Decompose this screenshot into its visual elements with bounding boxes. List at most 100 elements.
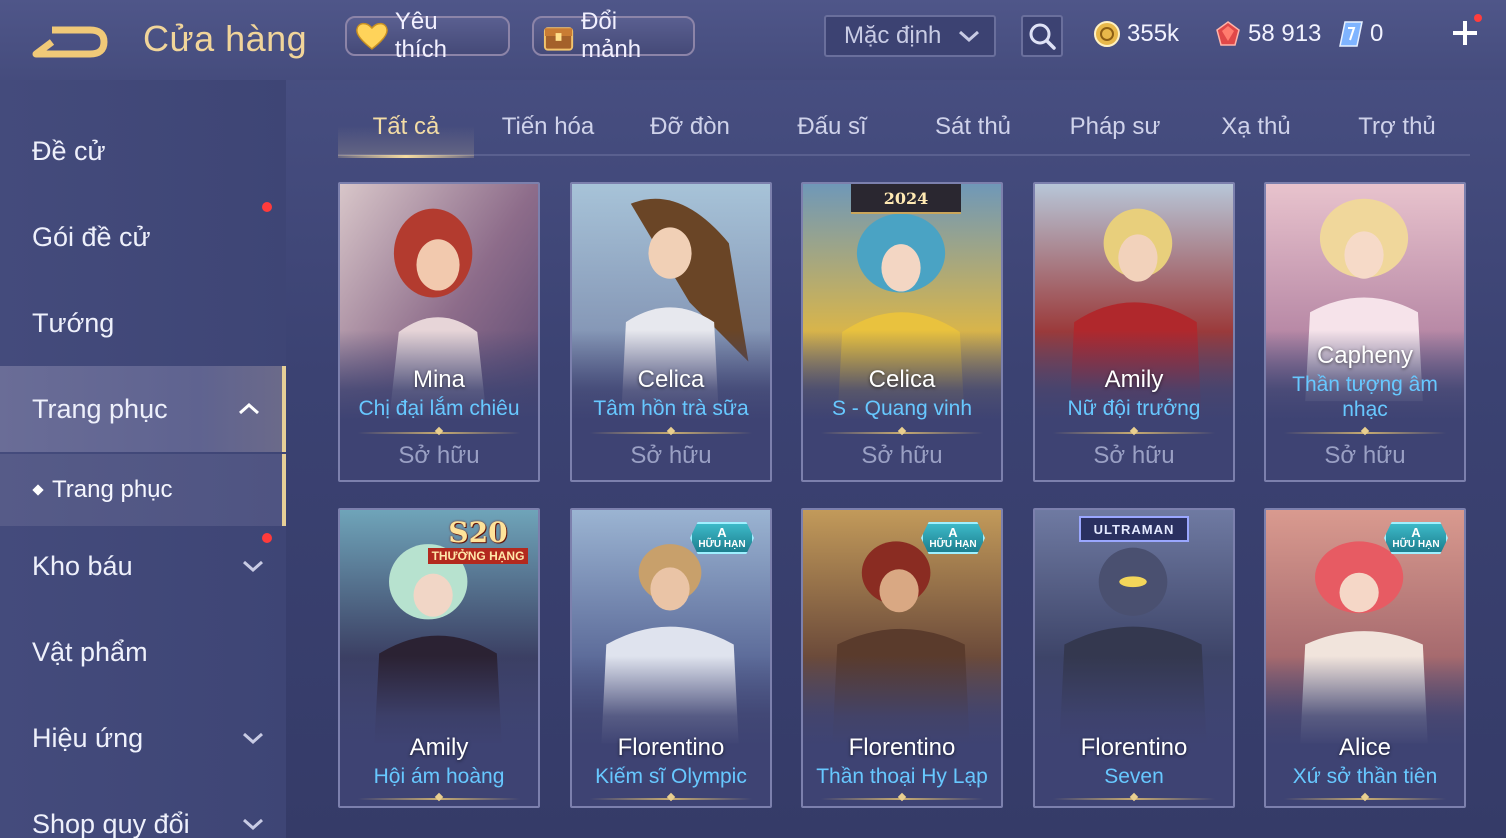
- sidebar-item-label: Shop quy đổi: [32, 808, 190, 838]
- top-bar: Cửa hàng Yêu thích Đổi mảnh Mặc định 355…: [0, 0, 1506, 80]
- page-title: Cửa hàng: [143, 18, 308, 59]
- tab-marksman[interactable]: Xạ thủ: [1188, 98, 1324, 156]
- divider: [821, 432, 983, 434]
- collab-badge: ULTRAMAN: [1079, 516, 1189, 542]
- tab-tank[interactable]: Đỡ đòn: [622, 98, 758, 156]
- exchange-shards-button[interactable]: Đổi mảnh: [532, 8, 695, 63]
- skin-name: Tâm hồn trà sữa: [593, 397, 749, 420]
- hero-name: Alice: [1338, 734, 1392, 761]
- hero-name: Florentino: [1080, 734, 1188, 761]
- skin-card[interactable]: S20 THƯỞNG HẠNG Amily Hội ám hoàng: [338, 508, 540, 808]
- tab-fighter[interactable]: Đấu sĩ: [764, 98, 900, 156]
- sidebar-item-label: Hiệu ứng: [32, 722, 144, 753]
- skin-card[interactable]: Capheny Thần tượng âm nhạc Sở hữu: [1264, 182, 1466, 482]
- skin-card[interactable]: Amily Nữ đội trưởng Sở hữu: [1033, 182, 1235, 482]
- sidebar-item-featured[interactable]: Đề cử: [0, 108, 286, 194]
- skin-card[interactable]: 2024 Celica S - Quang vinh Sở hữu: [801, 182, 1003, 482]
- diamond-bullet-icon: [32, 484, 44, 496]
- hero-name: Celica: [868, 366, 936, 393]
- ruby-amount: 58 913: [1248, 20, 1322, 47]
- limited-label: HỮU HẠN: [929, 539, 977, 550]
- sidebar-item-treasure[interactable]: Kho báu: [0, 523, 286, 609]
- skin-name: Thần tượng âm nhạc: [1292, 373, 1438, 421]
- limited-badge: A HỮU HẠN: [1384, 522, 1448, 554]
- grade-label: A: [1411, 525, 1421, 540]
- season-badge: S20 THƯỞNG HẠNG: [422, 512, 534, 570]
- exchange-label: Đổi mảnh: [581, 8, 642, 63]
- divider: [590, 432, 752, 434]
- chevron-down-icon: [243, 732, 263, 745]
- sidebar-item-skins[interactable]: Trang phục: [0, 366, 286, 452]
- skin-card[interactable]: A HỮU HẠN Florentino Kiếm sĩ Olympic: [570, 508, 772, 808]
- sidebar-item-exchange-shop[interactable]: Shop quy đổi: [0, 781, 286, 838]
- tab-evolution[interactable]: Tiến hóa: [480, 98, 616, 156]
- divider: [590, 798, 752, 800]
- sidebar-subitem-skins[interactable]: Trang phục: [0, 454, 286, 526]
- owned-status: Sở hữu: [861, 442, 943, 469]
- notification-dot: [1474, 14, 1482, 22]
- sidebar-item-label: Đề cử: [32, 135, 106, 166]
- hero-name: Mina: [412, 366, 466, 393]
- search-icon: [1029, 23, 1056, 50]
- sidebar: Đề cử Gói đề cử Tướng Trang phục Trang p…: [0, 80, 286, 838]
- skin-name: Hội ám hoàng: [373, 765, 505, 788]
- sidebar-item-items[interactable]: Vật phẩm: [0, 609, 286, 695]
- tab-support[interactable]: Trợ thủ: [1329, 98, 1465, 156]
- sidebar-item-label: Trang phục: [32, 393, 168, 424]
- sidebar-item-featured-bundles[interactable]: Gói đề cử: [0, 194, 286, 280]
- hero-name: Amily: [1104, 366, 1164, 393]
- chevron-down-icon: [243, 818, 263, 831]
- sort-selected-value: Mặc định: [844, 22, 942, 49]
- owned-status: Sở hữu: [398, 442, 480, 469]
- treasure-chest-icon: [543, 27, 574, 51]
- owned-status: Sở hữu: [1093, 442, 1175, 469]
- heart-icon: [356, 22, 388, 50]
- sort-dropdown[interactable]: Mặc định: [824, 15, 996, 57]
- skin-name: Kiếm sĩ Olympic: [595, 765, 747, 788]
- hero-name: Florentino: [848, 734, 956, 761]
- skin-name: Nữ đội trưởng: [1067, 397, 1201, 420]
- voucher-icon: [1339, 21, 1363, 47]
- ruby-gem-icon: [1216, 21, 1240, 46]
- favorites-button[interactable]: Yêu thích: [345, 8, 510, 63]
- sidebar-item-heroes[interactable]: Tướng: [0, 280, 286, 366]
- hero-name: Amily: [409, 734, 469, 761]
- skin-card[interactable]: Celica Tâm hồn trà sữa Sở hữu: [570, 182, 772, 482]
- tab-mage[interactable]: Pháp sư: [1047, 98, 1183, 156]
- limited-label: HỮU HẠN: [1392, 539, 1440, 550]
- skin-card[interactable]: ULTRAMAN Florentino Seven: [1033, 508, 1235, 808]
- limited-label: HỮU HẠN: [698, 539, 746, 550]
- skin-card[interactable]: A HỮU HẠN Alice Xứ sở thần tiên: [1264, 508, 1466, 808]
- skin-name: Xứ sở thần tiên: [1292, 765, 1438, 788]
- season-label: S20: [448, 516, 508, 549]
- ruby-balance: 58 913: [1214, 16, 1321, 52]
- search-button[interactable]: [1021, 15, 1063, 57]
- limited-badge: A HỮU HẠN: [921, 522, 985, 554]
- sidebar-item-effects[interactable]: Hiệu ứng: [0, 695, 286, 781]
- skin-name: S - Quang vinh: [831, 397, 973, 420]
- skin-card[interactable]: Mina Chị đại lắm chiêu Sở hữu: [338, 182, 540, 482]
- hero-name: Celica: [637, 366, 705, 393]
- top-up-button[interactable]: [1448, 14, 1482, 50]
- favorites-label: Yêu thích: [394, 8, 447, 63]
- hero-name: Capheny: [1316, 342, 1414, 369]
- sidebar-item-label: Gói đề cử: [32, 221, 151, 252]
- gold-amount: 355k: [1127, 20, 1180, 47]
- hero-name: Florentino: [617, 734, 725, 761]
- grade-label: A: [717, 525, 727, 540]
- divider: [821, 798, 983, 800]
- skin-card[interactable]: A HỮU HẠN Florentino Thần thoại Hy Lạp: [801, 508, 1003, 808]
- season-badge: 2024: [851, 184, 961, 214]
- divider: [1284, 798, 1446, 800]
- back-button[interactable]: [30, 22, 110, 62]
- voucher-balance: 0: [1338, 16, 1383, 52]
- chevron-down-icon: [959, 30, 979, 43]
- skin-name: Chị đại lắm chiêu: [358, 397, 520, 420]
- owned-status: Sở hữu: [630, 442, 712, 469]
- gold-coin-icon: [1094, 21, 1120, 47]
- voucher-amount: 0: [1370, 20, 1384, 47]
- gold-balance: 355k: [1093, 16, 1179, 52]
- tab-all[interactable]: Tất cả: [338, 98, 474, 158]
- tab-assassin[interactable]: Sát thủ: [905, 98, 1041, 156]
- skin-name: Thần thoại Hy Lạp: [816, 765, 988, 788]
